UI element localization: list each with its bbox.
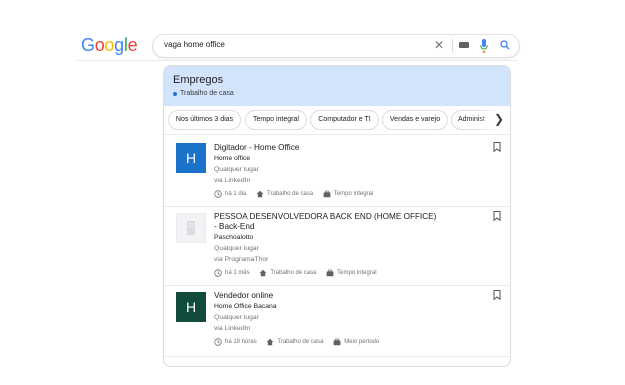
bookmark-icon[interactable]	[493, 290, 501, 300]
briefcase-icon	[333, 338, 341, 346]
bookmark-icon[interactable]	[493, 211, 501, 221]
job-posted: há 1 dia	[225, 191, 247, 197]
job-posted: há 1 mês	[225, 270, 250, 276]
job-company: Home Office Bacana	[214, 303, 277, 310]
job-place: Trabalho de casa	[277, 339, 324, 345]
chip-sales-retail[interactable]: Vendas e varejo	[382, 110, 448, 130]
jobs-panel-title[interactable]: Empregos	[173, 73, 223, 87]
job-meta: há 1 mês Trabalho de casa Tempo integral	[214, 268, 385, 278]
job-listing[interactable]: PESSOA DESENVOLVEDORA BACK END (HOME OFF…	[164, 206, 510, 285]
search-input[interactable]: vaga home office	[164, 39, 225, 51]
logo-letter: o	[94, 35, 105, 55]
briefcase-icon	[323, 190, 331, 198]
search-icon[interactable]	[500, 39, 510, 51]
header-divider	[76, 60, 518, 61]
jobs-panel-header: Empregos Trabalho de casa	[164, 66, 510, 106]
logo-letter: G	[81, 35, 95, 55]
logo-letter: e	[127, 35, 138, 55]
company-logo: H	[176, 292, 206, 322]
briefcase-icon	[326, 269, 334, 277]
clock-icon	[214, 190, 222, 198]
job-location: Qualquer lugar	[214, 166, 259, 173]
logo-letter: o	[104, 35, 115, 55]
list-divider	[164, 285, 510, 286]
job-company: Paschoalotto	[214, 234, 254, 241]
building-icon	[187, 221, 195, 235]
search-box[interactable]: vaga home office ✕	[152, 34, 520, 58]
job-place: Trabalho de casa	[267, 191, 314, 197]
job-place: Trabalho de casa	[270, 270, 317, 276]
divider	[452, 39, 453, 53]
keyboard-icon[interactable]	[459, 42, 469, 48]
job-meta: há 18 horas Trabalho de casa Meio períod…	[214, 337, 387, 347]
job-listing[interactable]: H Vendedor online Home Office Bacana Qua…	[164, 285, 510, 357]
chip-computer-it[interactable]: Computador e TI	[310, 110, 379, 130]
jobs-panel-subtitle: Trabalho de casa	[180, 90, 234, 97]
google-logo[interactable]: Google	[81, 33, 138, 57]
job-listing[interactable]: H Digitador - Home Office Home office Qu…	[164, 134, 510, 206]
microphone-icon[interactable]	[480, 39, 488, 53]
home-icon	[259, 269, 267, 277]
clock-icon	[214, 269, 222, 277]
job-location: Qualquer lugar	[214, 245, 259, 252]
chip-last-3-days[interactable]: Nos últimos 3 dias	[168, 110, 241, 130]
job-schedule: Tempo integral	[337, 270, 377, 276]
job-schedule: Tempo integral	[333, 191, 374, 197]
job-schedule: Meio período	[344, 339, 380, 345]
home-icon	[256, 190, 264, 198]
location-dot-icon	[173, 92, 177, 96]
bookmark-icon[interactable]	[493, 142, 501, 152]
close-icon[interactable]: ✕	[434, 38, 444, 52]
list-divider	[164, 206, 510, 207]
jobs-panel: Empregos Trabalho de casa Nos últimos 3 …	[163, 65, 511, 367]
logo-letter: g	[114, 35, 124, 55]
job-posted: há 18 horas	[225, 339, 257, 345]
job-location: Qualquer lugar	[214, 314, 259, 321]
company-logo: H	[176, 143, 206, 173]
chip-full-time[interactable]: Tempo integral	[245, 110, 307, 130]
job-source: via LinkedIn	[214, 177, 251, 184]
list-divider	[164, 134, 510, 135]
job-source: via ProgramaThor	[214, 256, 269, 263]
filter-chips: Nos últimos 3 dias Tempo integral Comput…	[164, 110, 510, 132]
job-title[interactable]: Vendedor online	[214, 290, 484, 301]
clock-icon	[214, 338, 222, 346]
job-title[interactable]: Digitador - Home Office	[214, 142, 484, 153]
chevron-right-icon[interactable]: ❯	[494, 112, 504, 126]
job-meta: há 1 dia Trabalho de casa Tempo integral	[214, 189, 381, 199]
job-source: via LinkedIn	[214, 325, 251, 332]
job-title-line2[interactable]: - Back-End	[214, 221, 484, 232]
company-logo-placeholder	[176, 213, 206, 243]
list-divider	[164, 356, 510, 357]
job-company: Home office	[214, 155, 251, 162]
home-icon	[266, 338, 274, 346]
